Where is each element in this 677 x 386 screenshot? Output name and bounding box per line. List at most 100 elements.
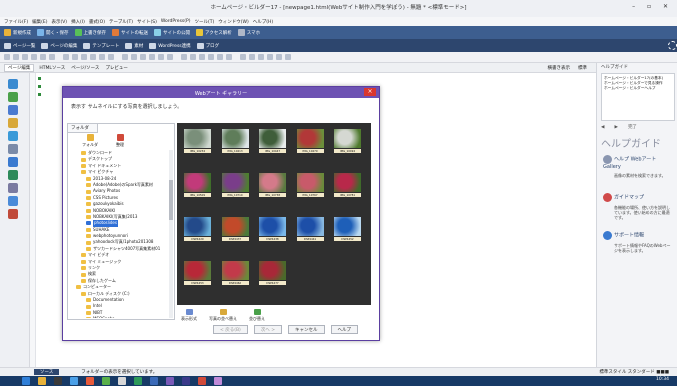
taskbar-app-icon[interactable] [86,377,94,385]
thumbnail[interactable]: DSP4441 [294,215,327,245]
format-button[interactable] [81,54,87,60]
format-button[interactable] [49,54,55,60]
format-button[interactable] [63,54,69,60]
help-nav-button[interactable]: 完了 [628,124,637,130]
format-button[interactable] [167,54,173,60]
format-button[interactable] [199,54,205,60]
format-button[interactable] [249,54,255,60]
format-button[interactable] [40,54,46,60]
thumbnail[interactable]: IMG_10494 [331,127,364,157]
format-button[interactable] [208,54,214,60]
format-button[interactable] [72,54,78,60]
sub-toolbar-button[interactable]: ブログ [196,42,219,49]
taskbar-app-icon[interactable] [166,377,174,385]
left-tool-icon[interactable] [8,209,18,219]
menu-item[interactable]: WordPress(P) [161,19,191,24]
help-nav-button[interactable]: ◀ [601,125,604,130]
format-button[interactable] [276,54,282,60]
taskbar-app-icon[interactable] [134,377,142,385]
toolbar-button[interactable]: スマホ [237,29,260,36]
dialog-button[interactable]: ヘルプ [330,325,359,334]
scrollbar-thumb[interactable] [169,180,173,220]
format-button[interactable] [149,54,155,60]
canvas-status-item[interactable]: 横書き表示 [548,65,571,71]
grid-tool-button[interactable]: 並び替え [249,309,265,322]
left-tool-icon[interactable] [8,118,18,128]
menu-item[interactable]: サイト(S) [137,19,157,25]
thumbnail[interactable]: IMG_10781 [331,171,364,201]
format-button[interactable] [226,54,232,60]
taskbar-app-icon[interactable] [182,377,190,385]
thumbnail[interactable]: DSP4462 [219,259,252,289]
menu-item[interactable]: 挿入(I) [71,19,85,25]
taskbar-app-icon[interactable] [102,377,110,385]
thumbnail[interactable]: IMG_10710 [219,171,252,201]
format-button[interactable] [99,54,105,60]
toolbar-button[interactable]: サイトの転送 [112,29,148,36]
format-button[interactable] [4,54,10,60]
thumbnail[interactable]: IMG_10509 [181,171,214,201]
format-button[interactable] [217,54,223,60]
help-topic-list[interactable]: ホームページ・ビルダー17(の基本) ホームページ・ビルダーで見る操作 ホームページ… [601,73,675,121]
menu-item[interactable]: 表示(V) [51,19,67,25]
help-item[interactable]: ヘルプ WebアートGallery 画像の素材を検索できます。 [603,155,673,178]
dialog-button[interactable]: キャンセル [288,325,325,334]
taskbar-app-icon[interactable] [214,377,222,385]
format-button[interactable] [140,54,146,60]
help-nav-button[interactable]: ▶ [614,125,617,130]
menu-item[interactable]: ウィンドウ(W) [218,19,248,25]
thumbnail-grid[interactable]: IMG_10234 IMG_10413 IMG_10447 IMG_10479 IMG_… [177,123,371,305]
thumbnail[interactable]: IMG_10413 [219,127,252,157]
format-button[interactable] [31,54,37,60]
thumbnail[interactable]: DSP4437 [219,215,252,245]
folder-tree[interactable]: ダウンロード デスクトップ マイ ドキュメント マイ ピクチャ 2013-08-24 Ad… [76,150,168,318]
format-button[interactable] [267,54,273,60]
tab-item[interactable]: プレビュー [105,65,128,71]
taskbar-app-icon[interactable] [54,377,62,385]
format-button[interactable] [190,54,196,60]
format-button[interactable] [131,54,137,60]
menu-item[interactable]: 書式(O) [89,19,105,25]
thumbnail[interactable]: DSP4477 [256,259,289,289]
format-button[interactable] [22,54,28,60]
sub-toolbar-button[interactable]: WordPress連携 [149,42,191,49]
left-tool-icon[interactable] [8,79,18,89]
thumbnail[interactable]: DSP4452 [331,215,364,245]
help-item[interactable]: サポート情報 サポート情報やFAQのWebページを表示します。 [603,231,673,253]
close-icon[interactable]: × [364,88,376,96]
left-tool-icon[interactable] [8,183,18,193]
menu-item[interactable]: 編集(E) [32,19,47,25]
tab-item[interactable]: HTMLソース [39,65,65,71]
folder-tool-button[interactable]: フォルダ [82,134,98,148]
folder-tool-button[interactable]: 整理 [116,134,124,148]
folder-scrollbar[interactable] [169,150,173,318]
taskbar-app-icon[interactable] [22,377,30,385]
canvas-status-item[interactable]: 標準 [578,65,587,71]
toolbar-button[interactable]: 新規作成 [4,29,31,36]
taskbar-app-icon[interactable] [38,377,46,385]
menu-item[interactable]: ファイル(F) [4,19,28,25]
sub-toolbar-button[interactable]: テンプレート [83,42,119,49]
menu-item[interactable]: ツール(T) [194,19,214,25]
left-tool-icon[interactable] [8,196,18,206]
taskbar-app-icon[interactable] [150,377,158,385]
format-button[interactable] [13,54,19,60]
tab-page-edit[interactable]: ページ編集 [4,63,35,72]
menu-item[interactable]: テーブル(T) [109,19,133,25]
format-button[interactable] [90,54,96,60]
tree-node[interactable]: MSOCache [76,316,168,318]
sub-toolbar-button[interactable]: ページの編集 [41,42,77,49]
thumbnail[interactable]: IMG_10447 [256,127,289,157]
left-tool-icon[interactable] [8,131,18,141]
taskbar-app-icon[interactable] [70,377,78,385]
thumbnail[interactable]: DSP4429 [181,215,214,245]
help-topic[interactable]: ホームページ・ビルダーヘルプ [604,86,672,91]
thumbnail[interactable]: DSP4438 [256,215,289,245]
thumbnail[interactable]: IMG_10738 [256,171,289,201]
window-controls[interactable]: – ▫ ✕ [632,3,673,10]
format-button[interactable] [122,54,128,60]
thumbnail[interactable]: IMG_10234 [181,127,214,157]
thumbnail[interactable]: DSP4453 [181,259,214,289]
grid-tool-button[interactable]: 写真の並べ替え [209,309,237,322]
left-tool-icon[interactable] [8,144,18,154]
